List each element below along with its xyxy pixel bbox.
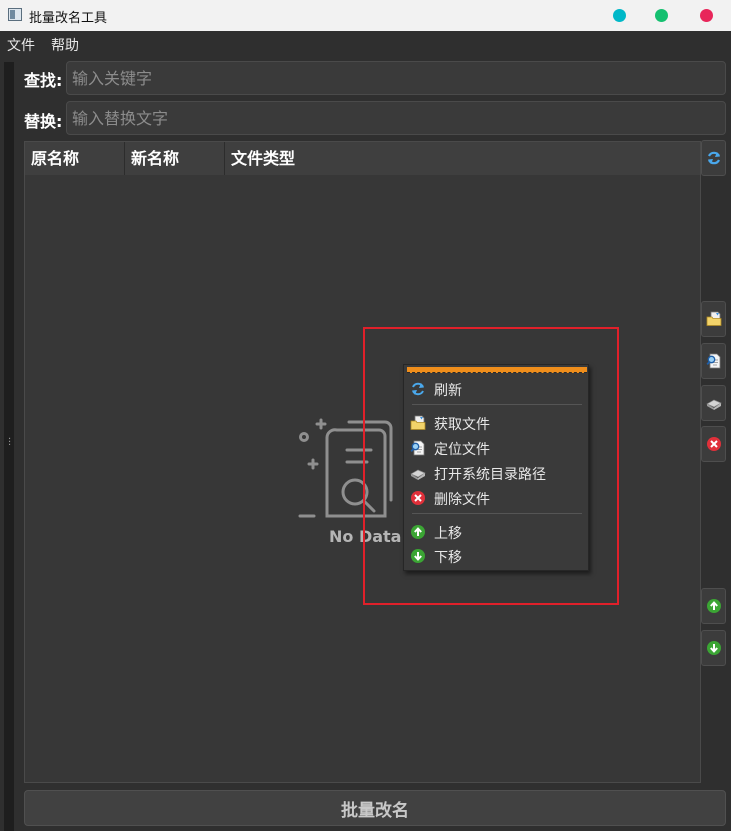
menu-item-get-files[interactable]: 获取文件: [407, 411, 587, 435]
no-data-illustration: [298, 418, 393, 518]
menu-item-label: 获取文件: [434, 417, 490, 433]
menu-item-label: 删除文件: [434, 492, 490, 508]
move-down-icon: [706, 641, 721, 655]
batch-rename-button[interactable]: 批量改名: [24, 790, 726, 826]
context-menu: 刷新 获取文件 定位文件 打开系统目录路径 删除文件 上移 下移: [403, 364, 589, 571]
menu-item-locate-file[interactable]: 定位文件: [407, 436, 587, 460]
side-splitter[interactable]: · · ·: [4, 62, 14, 831]
minimize-button[interactable]: [613, 9, 626, 22]
menu-item-label: 打开系统目录路径: [434, 467, 546, 483]
menu-item-label: 刷新: [434, 383, 462, 399]
refresh-icon: [412, 382, 424, 396]
menu-help[interactable]: 帮助: [51, 35, 79, 55]
move-down-icon: [411, 549, 425, 563]
refresh-button[interactable]: [701, 140, 726, 176]
move-down-button[interactable]: [701, 630, 726, 666]
menu-item-move-up[interactable]: 上移: [407, 520, 587, 544]
locate-file-button[interactable]: [701, 343, 726, 379]
title-bar: 批量改名工具: [0, 0, 731, 31]
menu-item-refresh[interactable]: 刷新: [407, 377, 587, 401]
open-folder-icon: [410, 415, 426, 430]
menu-item-delete-file[interactable]: 删除文件: [407, 486, 587, 510]
menu-tearoff-handle[interactable]: [407, 367, 587, 373]
delete-icon: [706, 437, 721, 451]
empty-state: No Data: [297, 412, 417, 552]
file-table[interactable]: 原名称 新名称 文件类型 No Data: [24, 141, 701, 783]
menu-bar: 文件 帮助: [0, 31, 731, 56]
menu-item-label: 定位文件: [434, 442, 490, 458]
column-original-name[interactable]: 原名称: [25, 142, 125, 175]
locate-file-icon: [706, 353, 720, 369]
delete-icon: [411, 491, 425, 505]
window-title: 批量改名工具: [29, 11, 108, 26]
menu-file[interactable]: 文件: [7, 35, 35, 55]
close-button[interactable]: [700, 9, 713, 22]
menu-item-move-down[interactable]: 下移: [407, 544, 587, 568]
move-up-icon: [411, 525, 425, 539]
open-dir-icon: [410, 469, 426, 480]
search-input[interactable]: [66, 61, 726, 95]
app-icon: [8, 8, 22, 21]
table-header: 原名称 新名称 文件类型: [25, 142, 700, 175]
delete-button[interactable]: [701, 426, 726, 462]
maximize-button[interactable]: [655, 9, 668, 22]
replace-label: 替换:: [24, 112, 63, 131]
refresh-icon: [707, 151, 720, 165]
move-up-icon: [706, 599, 721, 613]
menu-separator: [412, 513, 582, 514]
open-dir-icon: [705, 399, 722, 410]
column-new-name[interactable]: 新名称: [125, 142, 225, 175]
menu-item-label: 上移: [434, 526, 462, 542]
column-file-type[interactable]: 文件类型: [225, 142, 700, 175]
menu-separator: [412, 404, 582, 405]
replace-input[interactable]: [66, 101, 726, 135]
splitter-grip[interactable]: · · ·: [8, 435, 11, 451]
search-label: 查找:: [24, 71, 63, 90]
move-up-button[interactable]: [701, 588, 726, 624]
get-files-button[interactable]: [701, 301, 726, 337]
open-dir-button[interactable]: [701, 385, 726, 421]
locate-file-icon: [410, 440, 425, 456]
no-data-text: No Data: [329, 527, 402, 546]
menu-item-label: 下移: [434, 550, 462, 566]
menu-item-open-directory[interactable]: 打开系统目录路径: [407, 461, 587, 485]
open-folder-icon: [706, 311, 721, 326]
